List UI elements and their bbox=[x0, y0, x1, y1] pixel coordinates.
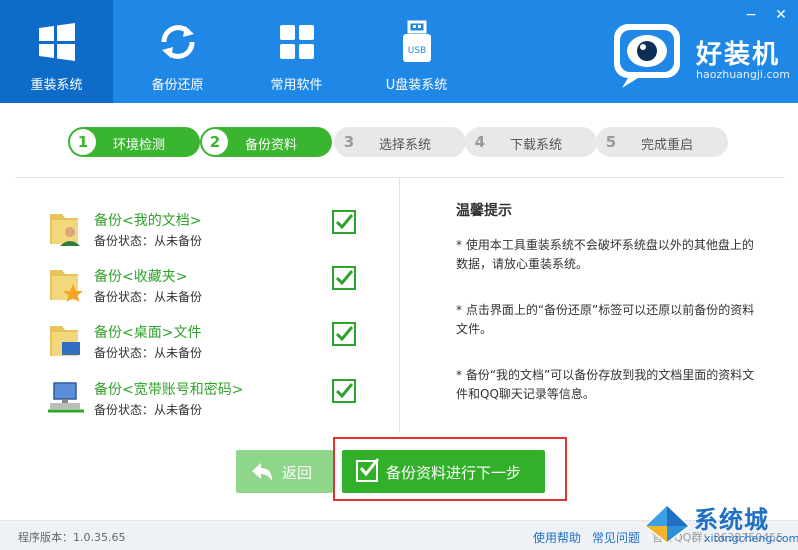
window-controls: − ✕ bbox=[744, 8, 788, 22]
step-number: 1 bbox=[70, 129, 96, 155]
tips-title: 温馨提示 bbox=[456, 203, 512, 219]
step-label: 备份资料 bbox=[245, 138, 298, 153]
backup-item-status: 备份状态：从未备份 bbox=[94, 403, 203, 417]
brand-title: 好装机 bbox=[696, 40, 781, 70]
nav-tab-reinstall-label: 重装系统 bbox=[30, 78, 83, 93]
backup-broadband-checkbox[interactable] bbox=[332, 379, 356, 403]
backup-and-next-label: 备份资料进行下一步 bbox=[386, 464, 522, 482]
step-label: 下载系统 bbox=[510, 138, 563, 153]
step-label: 选择系统 bbox=[379, 138, 432, 153]
backup-item-title: 备份<桌面>文件 bbox=[94, 325, 202, 341]
back-arrow-icon bbox=[252, 463, 272, 481]
checkbox-icon bbox=[356, 458, 379, 482]
step-label: 环境检测 bbox=[113, 138, 166, 153]
step-download-system: 4 下载系统 bbox=[465, 127, 597, 157]
user-folder-icon bbox=[50, 214, 80, 246]
checkmark-icon bbox=[335, 383, 354, 399]
help-link[interactable]: 使用帮助 bbox=[533, 529, 581, 546]
nav-tab-usb-install-label: U盘装系统 bbox=[385, 78, 448, 93]
step-finish-restart: 5 完成重启 bbox=[596, 127, 728, 157]
backup-item-title: 备份<宽带账号和密码> bbox=[94, 382, 244, 398]
watermark-logo: 系统城 xitongcheng.com bbox=[640, 498, 798, 550]
nav-tab-usb-install[interactable]: USB U盘装系统 bbox=[360, 0, 473, 103]
tip-item: * 点击界面上的“备份还原”标签可以还原以前备份的资料文件。 bbox=[456, 303, 755, 336]
step-number: 2 bbox=[202, 129, 228, 155]
refresh-icon bbox=[160, 25, 195, 59]
backup-item-status: 备份状态：从未备份 bbox=[94, 234, 203, 248]
backup-item-documents: 备份<我的文档> 备份状态：从未备份 bbox=[40, 206, 370, 256]
back-button[interactable]: 返回 bbox=[236, 450, 333, 493]
usb-drive-icon: USB bbox=[402, 20, 431, 62]
checkmark-icon bbox=[335, 214, 354, 230]
step-backup-data: 2 备份资料 bbox=[200, 127, 332, 157]
progress-steps: 1 环境检测 2 备份资料 3 选择系统 4 下载系统 5 完成重启 bbox=[68, 127, 730, 159]
windows-icon bbox=[38, 23, 75, 61]
step-number: 4 bbox=[474, 133, 486, 151]
backup-desktop-checkbox[interactable] bbox=[332, 322, 356, 346]
step-number: 3 bbox=[343, 133, 355, 151]
desktop-folder-icon bbox=[50, 326, 80, 356]
tip-item: * 备份“我的文档”可以备份存放到我的文档里面的资料文件和QQ聊天记录等信息。 bbox=[456, 368, 755, 401]
backup-item-favorites: 备份<收藏夹> 备份状态：从未备份 bbox=[40, 262, 370, 312]
content-divider bbox=[15, 177, 785, 178]
step-select-system: 3 选择系统 bbox=[334, 127, 466, 157]
apps-grid-icon bbox=[279, 25, 314, 59]
nav-tab-common-software-label: 常用软件 bbox=[270, 78, 323, 93]
checkmark-icon bbox=[359, 458, 379, 477]
faq-link[interactable]: 常见问题 bbox=[592, 529, 640, 546]
step-number: 5 bbox=[605, 133, 617, 151]
watermark-url: xitongcheng.com bbox=[704, 532, 798, 545]
minimize-button[interactable]: − bbox=[744, 8, 758, 22]
brand-logo: 好装机 haozhuangji.com bbox=[608, 20, 790, 90]
panel-divider bbox=[399, 178, 400, 433]
header-bar: 重装系统 备份还原 常用软件 USB U盘装系统 好装机 haozhuangji… bbox=[0, 0, 798, 103]
backup-documents-checkbox[interactable] bbox=[332, 210, 356, 234]
usb-drive-icon-text: USB bbox=[407, 46, 425, 56]
favorites-folder-icon bbox=[50, 270, 83, 302]
back-button-label: 返回 bbox=[282, 464, 313, 482]
nav-tab-backup-restore-label: 备份还原 bbox=[151, 78, 204, 93]
checkmark-icon bbox=[335, 326, 354, 342]
step-label: 完成重启 bbox=[641, 138, 694, 153]
backup-item-desktop: 备份<桌面>文件 备份状态：从未备份 bbox=[40, 318, 370, 368]
backup-and-next-button[interactable]: 备份资料进行下一步 bbox=[342, 450, 545, 493]
checkmark-icon bbox=[335, 270, 354, 286]
watermark-text: 系统城 bbox=[694, 506, 769, 534]
backup-favorites-checkbox[interactable] bbox=[332, 266, 356, 290]
network-computer-icon bbox=[48, 382, 84, 413]
backup-item-status: 备份状态：从未备份 bbox=[94, 346, 203, 360]
nav-tab-backup-restore[interactable]: 备份还原 bbox=[121, 0, 234, 103]
watermark-diamond-icon bbox=[644, 504, 690, 544]
nav-tab-reinstall[interactable]: 重装系统 bbox=[0, 0, 113, 103]
brand-url: haozhuangji.com bbox=[696, 68, 790, 81]
eye-mascot-icon bbox=[614, 24, 680, 88]
backup-item-status: 备份状态：从未备份 bbox=[94, 290, 203, 304]
backup-item-title: 备份<我的文档> bbox=[94, 213, 202, 229]
step-environment-check: 1 环境检测 bbox=[68, 127, 200, 157]
backup-item-title: 备份<收藏夹> bbox=[94, 269, 188, 285]
close-button[interactable]: ✕ bbox=[774, 8, 788, 22]
program-version: 程序版本：1.0.35.65 bbox=[18, 531, 126, 544]
tip-item: * 使用本工具重装系统不会破坏系统盘以外的其他盘上的数据，请放心重装系统。 bbox=[456, 238, 754, 271]
nav-tab-common-software[interactable]: 常用软件 bbox=[240, 0, 353, 103]
backup-item-broadband: 备份<宽带账号和密码> 备份状态：从未备份 bbox=[40, 375, 370, 425]
